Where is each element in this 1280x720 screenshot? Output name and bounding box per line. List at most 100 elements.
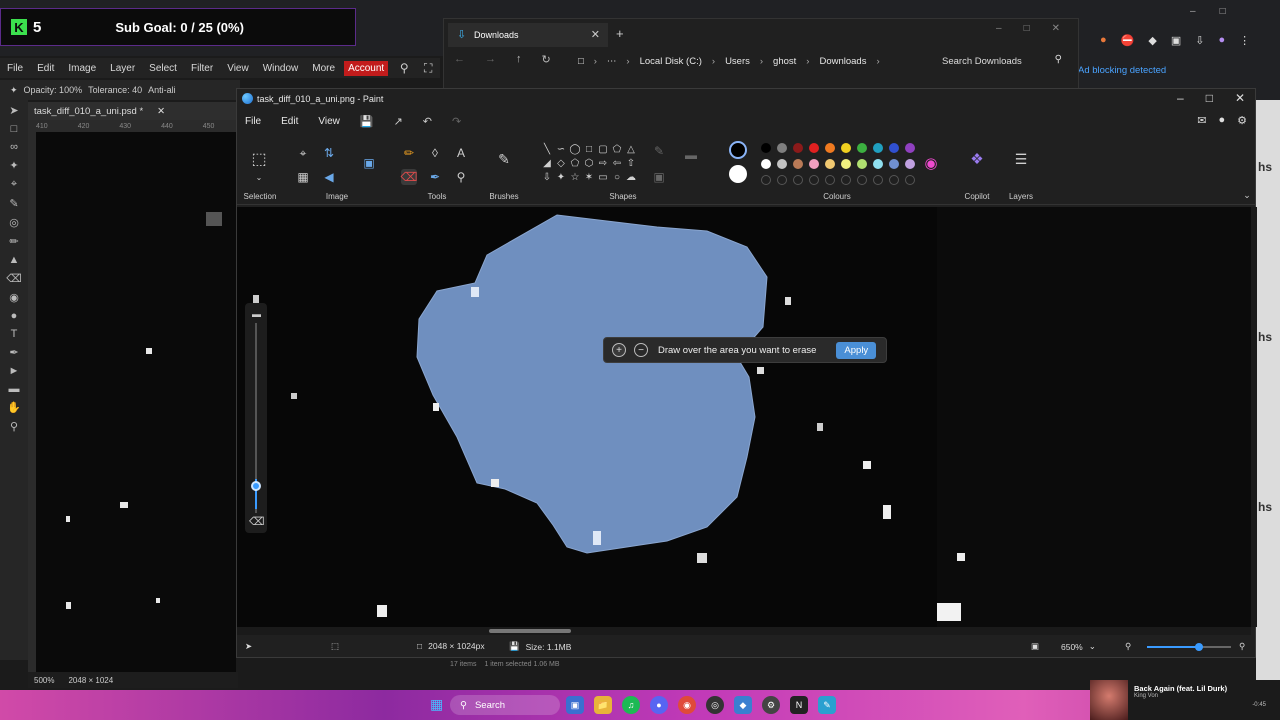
- feedback-icon[interactable]: ✉: [1197, 114, 1206, 127]
- remove-area-icon[interactable]: −: [634, 343, 648, 357]
- menu-edit[interactable]: Edit: [30, 63, 61, 74]
- rotate-icon[interactable]: ◀: [321, 169, 337, 185]
- pen-tool-icon[interactable]: ✒: [9, 346, 18, 359]
- document-tab[interactable]: task_diff_010_a_uni.psd * ✕: [28, 102, 238, 120]
- palette-swatch[interactable]: [825, 159, 835, 169]
- account-icon[interactable]: ●: [1218, 114, 1225, 127]
- share-icon[interactable]: ↗: [394, 115, 403, 128]
- photo-editor-canvas[interactable]: [36, 132, 236, 672]
- chevron-down-icon[interactable]: ⌄: [1239, 187, 1255, 203]
- pencil-icon[interactable]: ✏: [401, 145, 417, 161]
- undo-icon[interactable]: ↶: [423, 115, 432, 128]
- selection-rectangle-icon[interactable]: ⬚: [251, 151, 267, 168]
- discord-icon[interactable]: ●: [650, 696, 668, 714]
- avatar[interactable]: ●: [1218, 34, 1225, 47]
- empty-swatch[interactable]: [793, 175, 803, 185]
- redo-icon[interactable]: ↷: [452, 115, 461, 128]
- paint-app-icon[interactable]: ✎: [818, 696, 836, 714]
- settings-icon[interactable]: ⚙: [1237, 114, 1247, 127]
- account-button[interactable]: Account: [344, 60, 389, 76]
- app-icon[interactable]: ◆: [734, 696, 752, 714]
- forward-icon[interactable]: →: [485, 53, 496, 66]
- opacity-field[interactable]: Opacity: 100%: [24, 85, 83, 95]
- extension-icon[interactable]: ●: [1100, 34, 1107, 47]
- up-icon[interactable]: ↑: [516, 53, 522, 66]
- empty-swatch[interactable]: [825, 175, 835, 185]
- close-icon[interactable]: ✕: [1052, 23, 1060, 34]
- monitor-icon[interactable]: □: [578, 56, 584, 67]
- zoom-slider-knob[interactable]: [1195, 643, 1204, 651]
- menu-file[interactable]: File: [245, 116, 261, 127]
- add-area-icon[interactable]: +: [612, 343, 626, 357]
- horizontal-scrollbar[interactable]: [237, 627, 1251, 635]
- minimize-icon[interactable]: –: [996, 23, 1002, 34]
- stamp-tool-icon[interactable]: ▲: [9, 254, 20, 266]
- primary-colour-swatch[interactable]: [729, 141, 747, 159]
- menu-select[interactable]: Select: [142, 63, 184, 74]
- task-view-icon[interactable]: ▣: [566, 696, 584, 714]
- empty-swatch[interactable]: [889, 175, 899, 185]
- menu-edit[interactable]: Edit: [281, 116, 298, 127]
- magnifier-icon[interactable]: ⚲: [453, 169, 469, 185]
- text-icon[interactable]: A: [453, 145, 469, 161]
- menu-more[interactable]: More: [305, 63, 342, 74]
- close-icon[interactable]: ✕: [591, 28, 600, 41]
- palette-swatch[interactable]: [857, 159, 867, 169]
- obs-icon[interactable]: ◎: [706, 696, 724, 714]
- hand-tool-icon[interactable]: ✋: [7, 401, 21, 414]
- close-icon[interactable]: ✕: [157, 106, 165, 117]
- antialias-checkbox[interactable]: Anti-ali: [148, 85, 176, 95]
- empty-swatch[interactable]: [905, 175, 915, 185]
- breadcrumb-item[interactable]: Local Disk (C:): [640, 56, 702, 67]
- brush-tool-icon[interactable]: ✏: [9, 235, 18, 248]
- type-tool-icon[interactable]: T: [11, 328, 18, 340]
- palette-swatch[interactable]: [873, 159, 883, 169]
- empty-swatch[interactable]: [777, 175, 787, 185]
- menu-window[interactable]: Window: [256, 63, 306, 74]
- spotify-icon[interactable]: ♫: [622, 696, 640, 714]
- palette-swatch[interactable]: [793, 143, 803, 153]
- paint-canvas[interactable]: ▬ ⌫ + − Draw over the area you want to e…: [237, 207, 1251, 627]
- notepad-icon[interactable]: N: [790, 696, 808, 714]
- color-picker-icon[interactable]: ✒: [427, 169, 443, 185]
- path-tool-icon[interactable]: ►: [9, 365, 20, 377]
- media-widget[interactable]: Back Again (feat. Lil Durk) King Von -0:…: [1090, 680, 1280, 720]
- size-icon[interactable]: ▬: [683, 147, 699, 163]
- explorer-search-input[interactable]: Search Downloads ⚲: [932, 50, 1074, 72]
- layers-icon[interactable]: ☰: [1013, 151, 1029, 167]
- move-tool-icon[interactable]: ➤: [9, 104, 18, 117]
- eyedropper-tool-icon[interactable]: ✎: [9, 197, 18, 210]
- settings-icon[interactable]: ⚙: [762, 696, 780, 714]
- palette-swatch[interactable]: [841, 143, 851, 153]
- start-icon[interactable]: ▦: [430, 696, 443, 713]
- palette-swatch[interactable]: [761, 159, 771, 169]
- back-icon[interactable]: ←: [454, 53, 465, 66]
- wand-tool-icon[interactable]: ✦: [9, 159, 18, 172]
- outline-icon[interactable]: ✎: [651, 143, 667, 159]
- crop-tool-icon[interactable]: ⌖: [11, 178, 17, 191]
- slider-knob[interactable]: [251, 481, 261, 491]
- heal-tool-icon[interactable]: ◎: [9, 216, 19, 229]
- brush-size-slider[interactable]: ▬ ⌫: [245, 303, 267, 533]
- adblock-icon[interactable]: ⛔: [1121, 34, 1135, 47]
- palette-swatch[interactable]: [777, 143, 787, 153]
- zoom-out-icon[interactable]: ⚲: [1125, 641, 1131, 652]
- tolerance-field[interactable]: Tolerance: 40: [88, 85, 142, 95]
- palette-swatch[interactable]: [889, 143, 899, 153]
- zoom-select[interactable]: 650% ⌄: [1061, 641, 1096, 652]
- save-icon[interactable]: 💾: [360, 115, 374, 128]
- bucket-tool-icon[interactable]: ◉: [9, 291, 19, 304]
- taskbar-search[interactable]: ⚲ Search: [450, 695, 560, 715]
- chevron-down-icon[interactable]: ⌄: [251, 169, 267, 185]
- fill-style-icon[interactable]: ▣: [651, 169, 667, 185]
- fill-icon[interactable]: ◊: [427, 145, 443, 161]
- menu-filter[interactable]: Filter: [184, 63, 220, 74]
- new-tab-icon[interactable]: +: [616, 26, 624, 41]
- close-icon[interactable]: ✕: [1235, 91, 1245, 105]
- extension-icon[interactable]: ◆: [1148, 34, 1156, 47]
- crop-icon[interactable]: ⌖: [295, 145, 311, 161]
- palette-swatch[interactable]: [857, 143, 867, 153]
- eraser-mode-icon[interactable]: ⌫: [249, 515, 265, 528]
- eraser-tool-icon[interactable]: ⌫: [6, 272, 22, 285]
- menu-layer[interactable]: Layer: [103, 63, 142, 74]
